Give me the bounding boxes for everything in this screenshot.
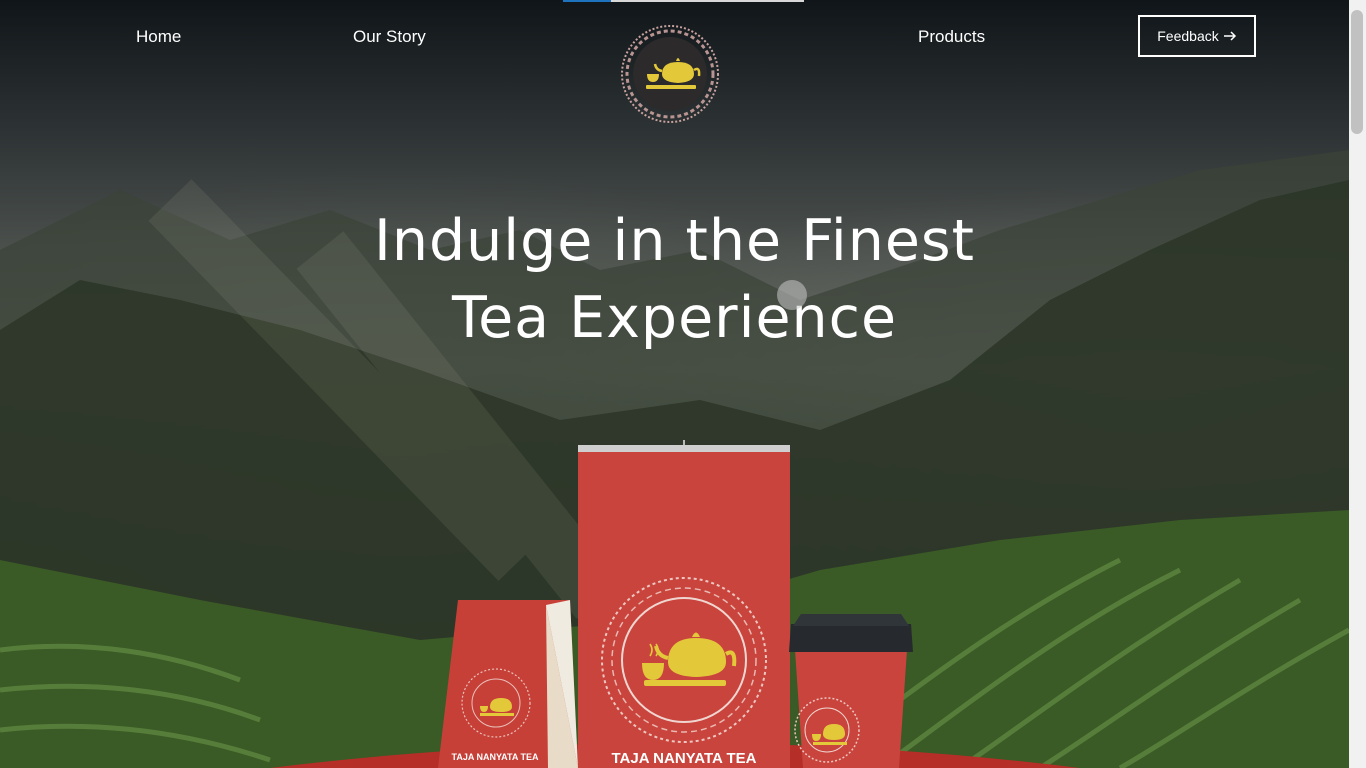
page-scroll-progress bbox=[563, 0, 804, 2]
small-pouch-brand: TAJA NANYATA TEA bbox=[451, 752, 539, 762]
small-tea-pouch bbox=[438, 600, 578, 768]
arrow-right-icon bbox=[1223, 31, 1236, 41]
teapot-logo-icon[interactable] bbox=[620, 24, 720, 124]
nav-home-link[interactable]: Home bbox=[136, 27, 181, 47]
custom-cursor bbox=[777, 280, 807, 310]
hero-headline-line2: Tea Experience bbox=[451, 285, 898, 351]
nav-our-story-link[interactable]: Our Story bbox=[353, 27, 426, 47]
hero-headline-line1: Indulge in the Finest bbox=[374, 208, 975, 274]
page-scroll-progress-fill bbox=[563, 0, 612, 2]
nav-products-link[interactable]: Products bbox=[918, 27, 985, 47]
tall-tea-pack bbox=[578, 440, 790, 768]
feedback-button[interactable]: Feedback bbox=[1138, 15, 1256, 57]
tea-cup bbox=[789, 614, 913, 768]
page-scrollbar-thumb[interactable] bbox=[1351, 10, 1363, 134]
tall-pack-brand: TAJA NANYATA TEA bbox=[611, 750, 757, 767]
feedback-label: Feedback bbox=[1157, 28, 1219, 44]
